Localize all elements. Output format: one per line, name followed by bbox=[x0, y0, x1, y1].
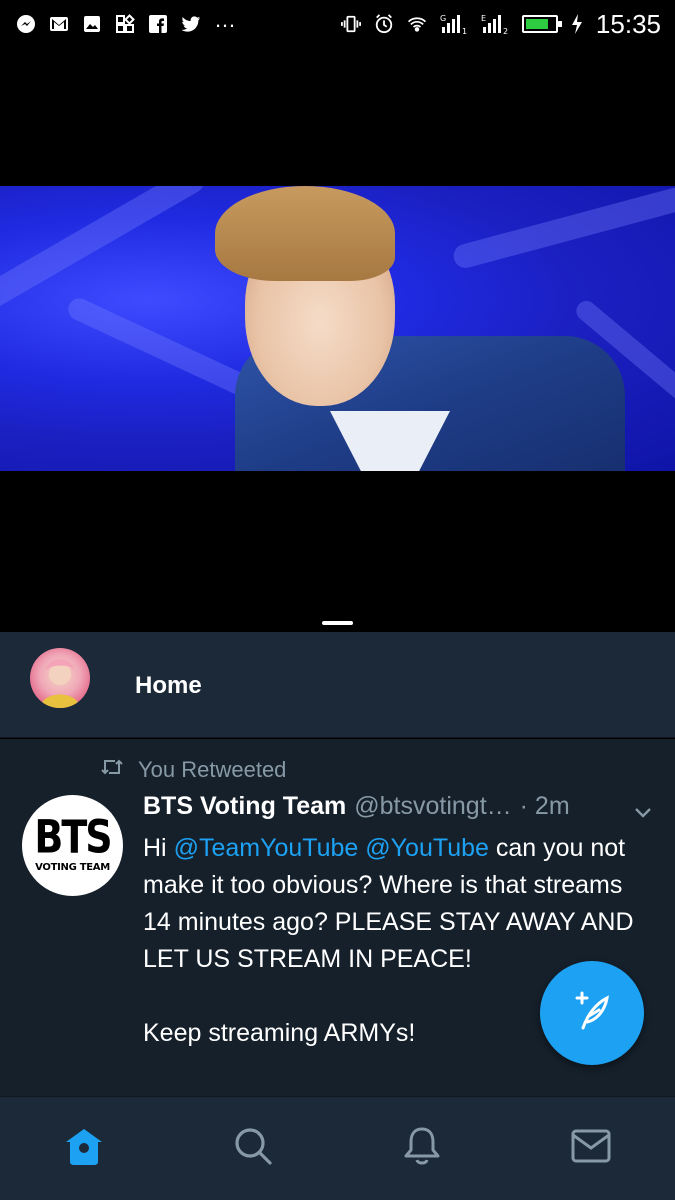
search-icon bbox=[233, 1126, 273, 1171]
compose-tweet-button[interactable] bbox=[540, 961, 644, 1065]
svg-text:1: 1 bbox=[462, 27, 467, 35]
twitter-icon bbox=[181, 14, 201, 34]
video-frame[interactable] bbox=[0, 186, 675, 471]
author-handle[interactable]: @btsvotingt… bbox=[354, 792, 511, 821]
notification-icons: … bbox=[16, 7, 237, 34]
tweet-time: · 2m bbox=[519, 792, 570, 820]
messenger-icon bbox=[16, 14, 36, 34]
retweet-icon bbox=[100, 757, 124, 783]
bottom-navigation bbox=[0, 1096, 675, 1200]
battery-level bbox=[525, 19, 549, 29]
battery-icon bbox=[521, 15, 562, 33]
apps-icon bbox=[115, 14, 135, 34]
tweet-text-intro: Hi bbox=[143, 834, 174, 862]
mention-youtube[interactable]: @YouTube bbox=[365, 834, 489, 862]
home-icon bbox=[62, 1126, 106, 1171]
tweet-header: BTS Voting Team @btsvotingt… · 2m bbox=[143, 792, 663, 821]
media-viewer[interactable] bbox=[0, 48, 675, 632]
drag-handle[interactable] bbox=[322, 621, 353, 625]
avatar-logo-subtext: VOTING TEAM bbox=[35, 862, 110, 873]
background-streak bbox=[64, 294, 256, 400]
avatar-logo-text: BTS bbox=[34, 810, 112, 864]
system-icons: G1 E2 15:35 bbox=[340, 8, 661, 40]
retweet-label: You Retweeted bbox=[138, 757, 287, 782]
tab-home[interactable] bbox=[44, 1109, 124, 1189]
tab-search[interactable] bbox=[213, 1109, 293, 1189]
page-title: Home bbox=[135, 672, 202, 699]
person-hair bbox=[215, 186, 395, 281]
mention-teamyoutube[interactable]: @TeamYouTube bbox=[174, 834, 359, 862]
more-notifications: … bbox=[214, 7, 237, 32]
top-header: Home bbox=[0, 632, 675, 738]
compose-feather-icon bbox=[569, 988, 615, 1039]
clock: 15:35 bbox=[595, 8, 661, 39]
wifi-icon bbox=[407, 14, 427, 34]
signal-sim1-icon: G1 bbox=[440, 14, 468, 35]
charging-icon bbox=[571, 14, 583, 34]
svg-text:2: 2 bbox=[503, 27, 508, 35]
retweet-context: You Retweeted bbox=[100, 757, 286, 783]
status-bar: … G1 E2 15:35 bbox=[0, 0, 675, 48]
tab-messages[interactable] bbox=[551, 1109, 631, 1189]
svg-text:G: G bbox=[440, 14, 446, 23]
author-avatar[interactable]: BTS VOTING TEAM bbox=[22, 795, 123, 896]
background-streak bbox=[0, 186, 210, 316]
signal-sim2-icon: E2 bbox=[481, 14, 509, 35]
author-name[interactable]: BTS Voting Team bbox=[143, 792, 346, 821]
svg-text:E: E bbox=[481, 14, 486, 23]
alarm-icon bbox=[374, 14, 394, 34]
background-streak bbox=[450, 186, 675, 271]
tab-notifications[interactable] bbox=[382, 1109, 462, 1189]
gallery-icon bbox=[82, 14, 102, 34]
bell-icon bbox=[403, 1126, 441, 1171]
gmail-icon bbox=[49, 14, 69, 34]
facebook-icon bbox=[148, 14, 168, 34]
chevron-down-icon[interactable] bbox=[632, 801, 654, 823]
profile-avatar[interactable] bbox=[30, 648, 90, 708]
mail-icon bbox=[571, 1129, 611, 1168]
vibrate-icon bbox=[340, 14, 361, 34]
